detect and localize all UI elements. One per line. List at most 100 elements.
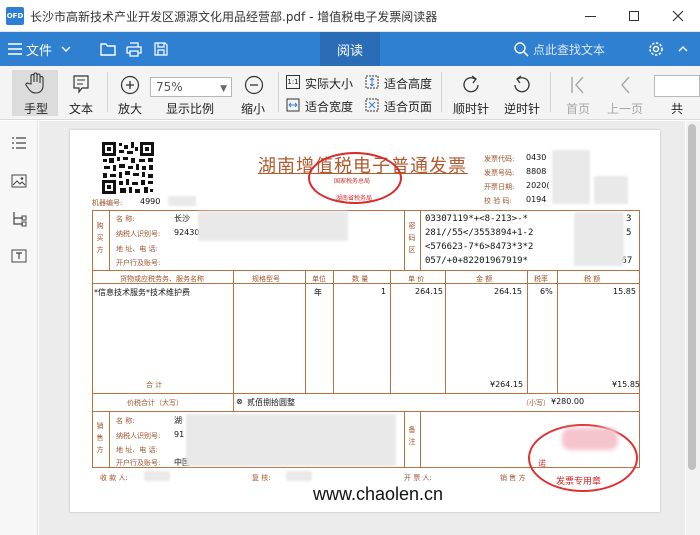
tree-icon[interactable]: [11, 211, 27, 227]
sum-circle-x-icon: ⊗: [236, 397, 243, 406]
password-area-label: 密码区: [408, 222, 416, 254]
search-box[interactable]: 点此查找文本: [514, 32, 605, 66]
seller-name-value: 湖: [174, 416, 182, 425]
redacted-meta: [552, 150, 590, 204]
prev-page-icon: [621, 76, 630, 94]
toolbar-separator: [107, 72, 108, 112]
fit-height-icon: [365, 75, 379, 89]
table-line: [420, 411, 421, 468]
seal-text: 发票专用章: [556, 477, 602, 487]
invoice-date-label: 开票日期:: [484, 183, 515, 191]
redacted-seller: [186, 414, 396, 466]
machine-number-label: 机器编号:: [92, 199, 123, 207]
cipher-line: 03307119*+<8-213>-*: [425, 214, 528, 224]
buyer-name-label: 名 称:: [116, 215, 135, 223]
row-amount: 264.15: [494, 287, 522, 296]
search-icon: [514, 41, 529, 57]
close-button[interactable]: [656, 0, 700, 32]
save-button[interactable]: [154, 32, 168, 66]
website-watermark: www.chaolen.cn: [313, 484, 444, 504]
total-label: 合 计: [146, 381, 163, 389]
file-menu[interactable]: 文件: [8, 32, 71, 66]
hand-icon: [25, 72, 44, 94]
machine-number-value: 4990: [140, 197, 161, 206]
zoom-value: 75%: [156, 80, 183, 94]
sum-small-value: ¥280.00: [551, 397, 585, 406]
zoom-out-label: 缩小: [241, 102, 266, 116]
invoice-code-value: 0430: [526, 153, 547, 162]
page-number-input[interactable]: [654, 75, 700, 97]
redacted-reviewer: [286, 471, 312, 481]
hamburger-icon: [8, 43, 22, 55]
invoice-code-label: 发票代码:: [484, 155, 515, 163]
header-unit: 单位: [312, 275, 326, 283]
redacted-seal: [562, 428, 618, 450]
toolbar-separator: [441, 72, 442, 112]
zoom-in-icon: [120, 75, 140, 95]
actual-size-label: 实际大小: [305, 77, 354, 91]
annotation-icon[interactable]: [11, 249, 27, 265]
cipher-tail: 3: [626, 214, 632, 224]
chevron-down-icon: ▼: [220, 84, 227, 94]
seller-bank-label: 开户行及账号:: [116, 459, 161, 467]
minimize-button[interactable]: [568, 0, 612, 32]
title-bar: OFD 长沙市高新技术产业开发区源源文化用品经营部.pdf - 增值税电子发票阅…: [0, 0, 700, 32]
fit-width-icon: [286, 98, 300, 112]
cipher-line: 057/+0+82201967919*: [425, 256, 528, 266]
row-qty: 1: [381, 287, 387, 296]
settings-button[interactable]: [648, 32, 664, 66]
invoice-number-value: 8808: [526, 167, 547, 176]
toolbar-separator: [278, 72, 279, 112]
seller-tax-label: 纳税人识别号:: [116, 432, 161, 440]
gear-icon: [649, 42, 663, 56]
collapse-icon: [678, 46, 688, 52]
first-page-icon: [571, 76, 584, 94]
thumbnail-icon[interactable]: [11, 173, 27, 189]
table-line: [92, 411, 640, 412]
outline-icon[interactable]: [11, 135, 27, 151]
header-item: 货物或应税劳务、服务名称: [120, 275, 204, 283]
maximize-button[interactable]: [612, 0, 656, 32]
table-line: [420, 210, 421, 270]
seller-address-label: 地 址、电 话:: [116, 446, 158, 454]
cipher-tail: 5: [626, 228, 632, 238]
zoom-select[interactable]: 75% ▼: [150, 77, 232, 97]
redacted-machine: [168, 196, 196, 206]
fit-page-icon: [365, 98, 379, 112]
reviewer-label: 复 核:: [252, 474, 271, 482]
invoice-number-label: 发票号码:: [484, 169, 515, 177]
table-line: [390, 270, 391, 393]
rotate-ccw-label: 逆时针: [504, 102, 541, 116]
stamp-subtext: 湖南省税务局: [336, 195, 373, 202]
file-menu-label: 文件: [26, 43, 53, 59]
print-button[interactable]: [126, 32, 142, 66]
total-tax: ¥15.85: [612, 380, 640, 389]
tab-read[interactable]: 阅读: [320, 32, 380, 66]
toolbar-separator: [550, 72, 551, 112]
redacted-buyer: [198, 211, 348, 241]
table-line: [404, 411, 405, 468]
check-code-value: 0194: [526, 195, 547, 204]
collapse-ribbon-button[interactable]: [678, 32, 688, 66]
zoom-in-label: 放大: [118, 102, 143, 116]
sum-in-words: 贰佰捌拾圆整: [247, 398, 295, 407]
ofd-app-icon: OFD: [6, 7, 24, 25]
rotate-cw-label: 顺时针: [453, 102, 490, 116]
header-qty: 数 量: [352, 275, 369, 283]
check-code-label: 校 验 码:: [484, 197, 512, 205]
zoom-ratio-label: 显示比例: [166, 102, 215, 116]
table-line: [527, 270, 528, 393]
table-line: [92, 393, 640, 394]
buyer-address-label: 地 址、电 话:: [116, 245, 158, 253]
header-rate: 税率: [534, 275, 548, 283]
row-tax: 15.85: [613, 287, 636, 296]
maximize-icon: [629, 11, 639, 21]
table-line: [109, 411, 110, 468]
scrollbar-thumb[interactable]: [688, 124, 696, 470]
header-spec: 规格型号: [252, 275, 280, 283]
open-button[interactable]: [100, 32, 116, 66]
sum-small-label: （小写）: [522, 399, 550, 407]
left-panel: [0, 121, 38, 535]
invoice-date-value: 2020(: [526, 181, 550, 190]
title-underline: [258, 173, 468, 174]
